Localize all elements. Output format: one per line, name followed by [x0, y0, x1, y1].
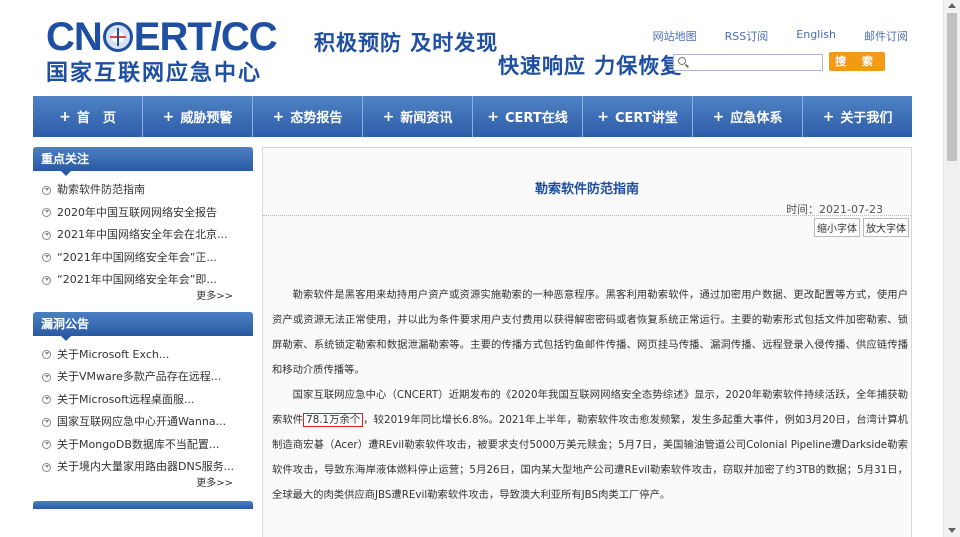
- logo-en-left: CN: [46, 15, 103, 59]
- plus-icon: +: [487, 108, 499, 125]
- slogan-respond: 快速响应 力保恢复: [498, 54, 683, 78]
- list-item-label: 2021年中国网络安全年会在北京...: [57, 228, 228, 241]
- nav-label: 威胁预警: [180, 111, 233, 126]
- vertical-scrollbar[interactable]: [943, 0, 960, 537]
- logo-chinese: 国家互联网应急中心: [46, 61, 263, 86]
- bullet-icon: [42, 440, 51, 450]
- article-title: 勒索软件防范指南: [534, 182, 639, 197]
- bullet-icon: [42, 253, 51, 263]
- link-mail-subscribe[interactable]: 邮件订阅: [864, 28, 908, 44]
- nav-label: 新闻资讯: [400, 111, 453, 126]
- search-input[interactable]: [673, 54, 823, 71]
- top-links: 网站地图 RSS订阅 English 邮件订阅: [625, 28, 908, 44]
- sidebar: 重点关注 勒索软件防范指南 2020年中国互联网网络安全报告 2021年中国网络…: [33, 147, 253, 509]
- nav-news[interactable]: + 新闻资讯: [363, 96, 473, 137]
- nav-label: CERT讲堂: [615, 111, 678, 126]
- plus-icon: +: [597, 108, 609, 125]
- vuln-more-link[interactable]: 更多>>: [33, 477, 253, 491]
- focus-more-link[interactable]: 更多>>: [33, 290, 253, 304]
- vuln-list: 关于Microsoft Exch... 关于VMware多款产品存在远程... …: [33, 336, 253, 479]
- bullet-icon: [42, 372, 51, 382]
- font-smaller-button[interactable]: 缩小字体: [814, 218, 860, 237]
- list-item[interactable]: 2021年中国网络安全年会在北京...: [42, 224, 253, 247]
- list-item[interactable]: “2021年中国网络安全年会”正...: [42, 247, 253, 270]
- list-item[interactable]: 勒索软件防范指南: [42, 179, 253, 202]
- plus-icon: +: [272, 108, 285, 125]
- scroll-thumb[interactable]: [947, 13, 957, 161]
- plus-icon: +: [822, 108, 835, 125]
- article-body: 勒索软件是黑客用来劫持用户资产或资源实施勒索的一种恶意程序。黑客利用勒索软件，通…: [272, 283, 908, 508]
- slogan-prevent: 积极预防 及时发现: [314, 31, 499, 55]
- link-english[interactable]: English: [796, 28, 836, 44]
- list-item-label: 关于境内大量家用路由器DNS服务...: [57, 460, 235, 473]
- list-item-label: “2021年中国网络安全年会”正...: [57, 250, 217, 264]
- nav-label: CERT在线: [505, 111, 568, 126]
- list-item-label: “2021年中国网络安全年会”即...: [57, 273, 217, 286]
- bullet-icon: [42, 417, 51, 427]
- main-nav: + 首 页 + 威胁预警 + 态势报告 + 新闻资讯 + CERT在线 + CERT讲堂 +…: [33, 96, 912, 137]
- list-item[interactable]: 关于Microsoft远程桌面服...: [42, 389, 253, 412]
- nav-threat-alert[interactable]: + 威胁预警: [143, 96, 253, 137]
- logo-english: CN ERT/CC: [46, 15, 278, 59]
- plus-icon: +: [162, 108, 175, 125]
- list-item-label: 2020年中国互联网网络安全报告: [57, 205, 217, 219]
- list-item[interactable]: 关于VMware多款产品存在远程...: [42, 366, 253, 389]
- list-item[interactable]: 关于境内大量家用路由器DNS服务...: [42, 456, 253, 479]
- paragraph-2-end: ，较2019年同比增长6.8%。2021年上半年，勒索软件攻击愈发频繁，发生多起…: [272, 414, 908, 501]
- bullet-icon: [42, 230, 51, 240]
- list-item-label: 国家互联网应急中心开通Wanna...: [57, 415, 227, 428]
- nav-label: 首 页: [76, 111, 116, 126]
- nav-label: 态势报告: [290, 111, 343, 126]
- plus-icon: +: [712, 108, 725, 125]
- nav-home[interactable]: + 首 页: [33, 96, 143, 137]
- nav-label: 关于我们: [840, 111, 893, 126]
- scroll-up-icon[interactable]: [948, 3, 956, 8]
- nav-cert-online[interactable]: + CERT在线: [473, 96, 583, 137]
- list-item-label: 勒索软件防范指南: [57, 183, 145, 196]
- list-item[interactable]: 2020年中国互联网网络安全报告: [42, 202, 253, 225]
- link-rss[interactable]: RSS订阅: [725, 28, 769, 44]
- plus-icon: +: [59, 108, 71, 125]
- highlighted-count: 78.1万余个: [303, 413, 364, 427]
- nav-about-us[interactable]: + 关于我们: [803, 96, 912, 137]
- list-item-label: 关于MongoDB数据库不当配置...: [57, 437, 220, 451]
- divider: [263, 215, 911, 216]
- bullet-icon: [42, 462, 51, 472]
- nav-cert-lecture[interactable]: + CERT讲堂: [583, 96, 693, 137]
- link-sitemap[interactable]: 网站地图: [653, 28, 697, 44]
- list-item[interactable]: 关于Microsoft Exch...: [42, 344, 253, 367]
- font-size-controls: 缩小字体 放大字体: [814, 218, 909, 237]
- page: CN ERT/CC 国家互联网应急中心 积极预防 及时发现 快速响应 力保恢复 …: [0, 0, 960, 537]
- article-panel: 勒索软件防范指南 时间：2021-07-23 缩小字体 放大字体 勒索软件是黑客…: [262, 147, 912, 537]
- next-box-header: [33, 500, 253, 509]
- logo-en-right: ERT/CC: [133, 15, 278, 59]
- bullet-icon: [42, 185, 51, 195]
- list-item[interactable]: 关于MongoDB数据库不当配置...: [42, 434, 253, 457]
- plus-icon: +: [382, 108, 395, 125]
- font-larger-button[interactable]: 放大字体: [863, 218, 909, 237]
- nav-label: 应急体系: [730, 111, 783, 126]
- list-item-label: 关于VMware多款产品存在远程...: [57, 370, 222, 383]
- list-item-label: 关于Microsoft远程桌面服...: [57, 392, 195, 406]
- list-item[interactable]: “2021年中国网络安全年会”即...: [42, 269, 253, 292]
- list-item-label: 关于Microsoft Exch...: [57, 347, 170, 361]
- paragraph-1: 勒索软件是黑客用来劫持用户资产或资源实施勒索的一种恶意程序。黑客利用勒索软件，通…: [272, 289, 908, 376]
- search-icon: [678, 57, 686, 65]
- scroll-down-icon[interactable]: [948, 528, 956, 533]
- cncert-logo[interactable]: CN ERT/CC 国家互联网应急中心: [46, 15, 278, 88]
- paragraph-2: 国家互联网应急中心（CNCERT）近期发布的《2020年我国互联网网络安全态势综…: [272, 383, 908, 508]
- bullet-icon: [42, 350, 51, 360]
- nav-emergency-system[interactable]: + 应急体系: [693, 96, 803, 137]
- bullet-icon: [42, 395, 51, 405]
- nav-situation-report[interactable]: + 态势报告: [253, 96, 363, 137]
- focus-list: 勒索软件防范指南 2020年中国互联网网络安全报告 2021年中国网络安全年会在…: [33, 171, 253, 292]
- bullet-icon: [42, 275, 51, 285]
- list-item[interactable]: 国家互联网应急中心开通Wanna...: [42, 411, 253, 434]
- vuln-header: 漏洞公告: [33, 311, 253, 341]
- search-button[interactable]: 搜 索: [829, 52, 885, 71]
- focus-header: 重点关注: [33, 147, 253, 176]
- globe-icon: [102, 22, 133, 52]
- bullet-icon: [42, 208, 51, 218]
